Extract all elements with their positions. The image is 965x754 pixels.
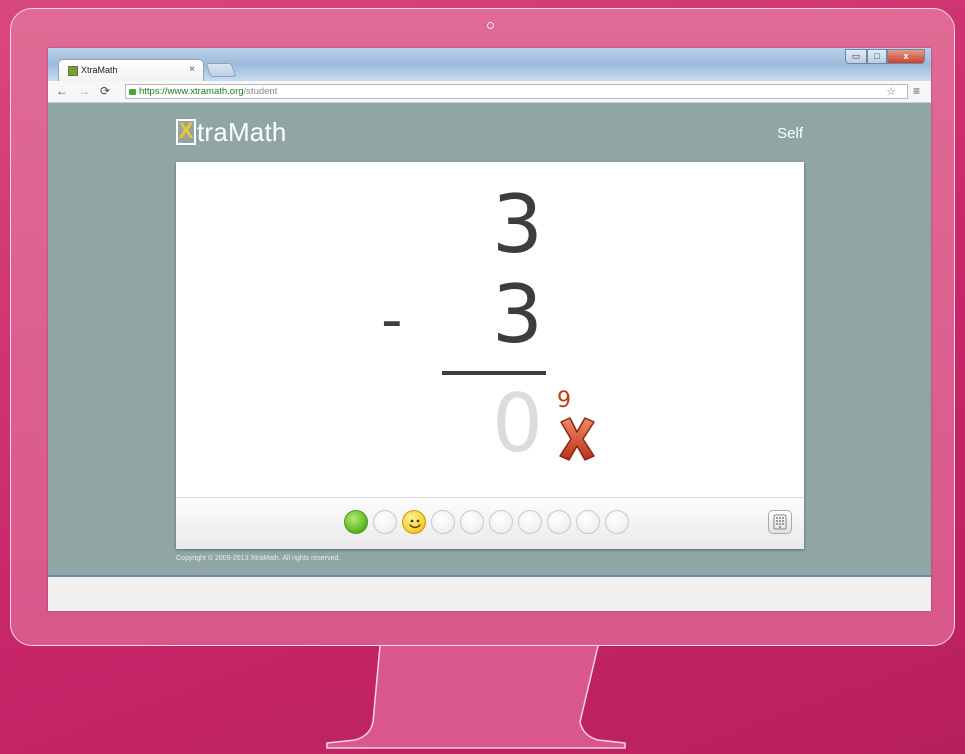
forward-arrow-icon[interactable]: → (78, 84, 90, 98)
bottom-operand: 3 (492, 268, 543, 361)
progress-dot-empty (489, 510, 513, 534)
tab-close-icon[interactable]: × (189, 64, 195, 75)
menu-icon[interactable]: ≡ (913, 84, 920, 98)
operator-sign: - (381, 285, 403, 355)
progress-bar (176, 497, 804, 549)
url-path: /student (243, 86, 278, 97)
window-controls: ▭ □ x (845, 49, 925, 65)
progress-dot-empty (547, 510, 571, 534)
problem-card: 3 - 3 0 9 (176, 162, 804, 549)
close-window-button[interactable]: x (887, 49, 925, 64)
browser-titlebar: XtraMath × ▭ □ x (48, 48, 931, 81)
copyright-text: Copyright © 2009-2013 XtraMath. All righ… (176, 555, 341, 562)
address-bar[interactable]: https://www.xtramath.org/student (125, 84, 908, 99)
progress-dot-empty (373, 510, 397, 534)
xtramath-favicon-icon (68, 66, 78, 76)
progress-dot-smile (402, 510, 426, 534)
minimize-button[interactable]: ▭ (845, 49, 867, 64)
answer-line (442, 371, 546, 375)
progress-dot-empty (605, 510, 629, 534)
new-tab-button[interactable] (205, 63, 237, 77)
correct-answer-hint: 9 (557, 388, 571, 413)
top-operand: 3 (492, 178, 543, 271)
browser-bottom-area (48, 575, 931, 611)
keypad-icon[interactable] (768, 510, 792, 534)
smiley-icon (409, 519, 421, 529)
keypad-grid-icon (773, 514, 787, 530)
reload-icon[interactable]: ⟳ (100, 84, 110, 98)
progress-dot-empty (518, 510, 542, 534)
wrong-x-icon (559, 417, 595, 461)
answer-field[interactable]: 0 (492, 384, 543, 464)
bookmark-star-icon[interactable]: ☆ (886, 85, 896, 98)
progress-dot-correct (344, 510, 368, 534)
browser-tab[interactable]: XtraMath × (58, 59, 204, 81)
progress-dot-empty (431, 510, 455, 534)
xtramath-logo[interactable]: XtraMath (176, 117, 287, 147)
tab-title: XtraMath (81, 65, 118, 75)
progress-dot-empty (460, 510, 484, 534)
lock-icon (129, 89, 136, 95)
logo-text: traMath (197, 117, 287, 147)
progress-dot-empty (576, 510, 600, 534)
maximize-button[interactable]: □ (867, 49, 887, 64)
webcam-icon (487, 22, 494, 29)
logo-x-mark: X (176, 119, 196, 145)
browser-window: XtraMath × ▭ □ x ← → ⟳ https://www.xtram… (48, 48, 931, 611)
page-content: XtraMath Self 3 - 3 0 9 Copyright © 2009… (48, 103, 931, 575)
user-name[interactable]: Self (777, 125, 803, 142)
progress-dots (344, 510, 629, 534)
back-arrow-icon[interactable]: ← (56, 84, 68, 98)
browser-toolbar: ← → ⟳ https://www.xtramath.org/student ☆… (48, 81, 931, 103)
url-host: https://www.xtramath.org (139, 86, 244, 97)
